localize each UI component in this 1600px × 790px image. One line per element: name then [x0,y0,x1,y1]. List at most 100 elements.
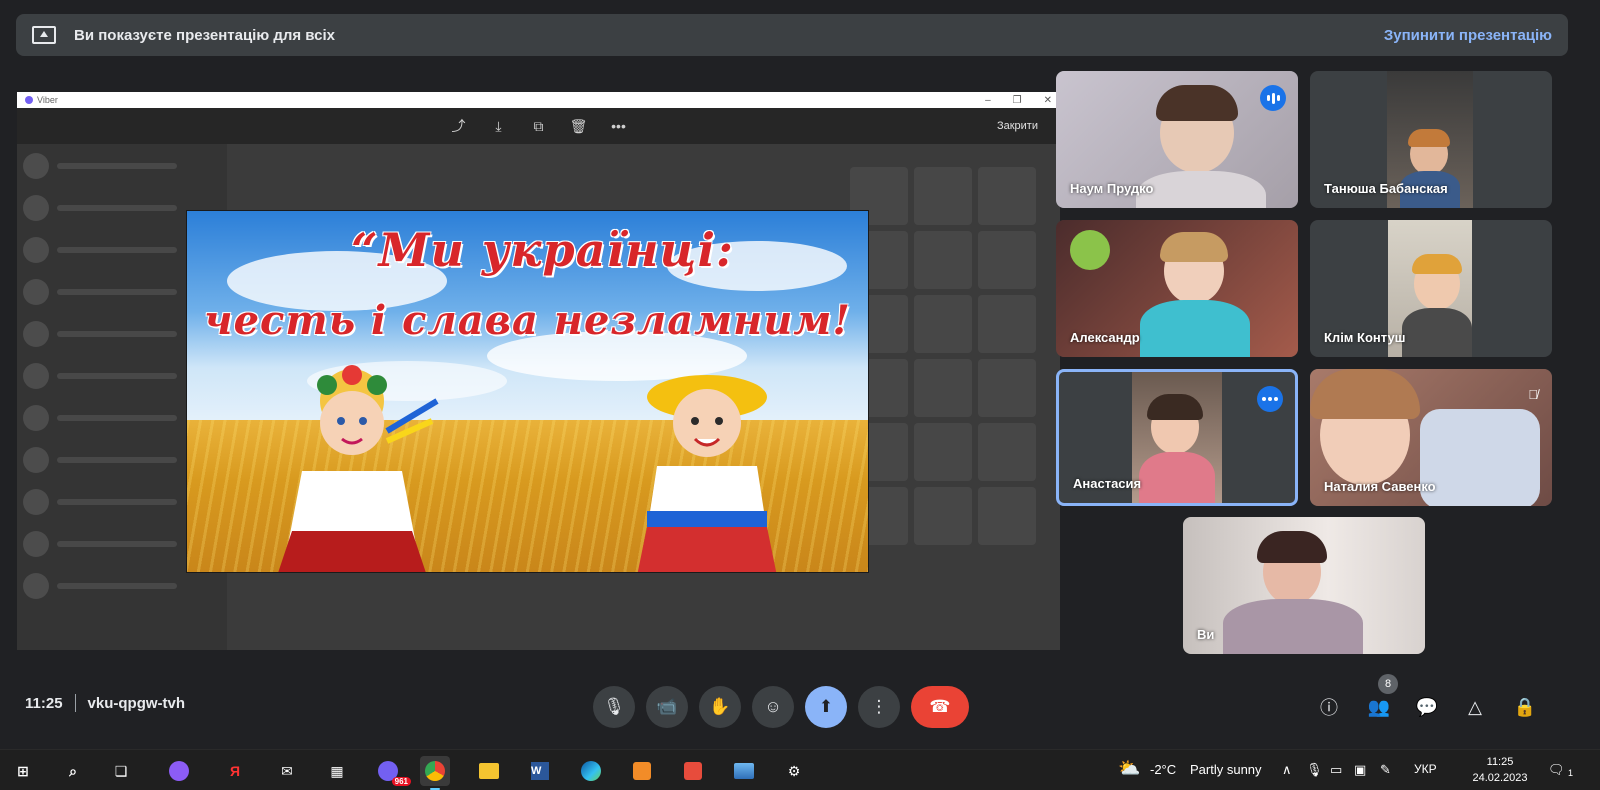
participant-name: Александр [1070,330,1140,345]
slide-title-line2: честь і слава незламним! [203,297,851,344]
presentation-slide: “Ми українці: честь і слава незламним! [186,210,869,573]
viewer-close-button[interactable]: Закрити [997,120,1038,132]
viber-unread-badge: 961 [391,777,411,786]
meeting-details-button[interactable]: ⓘ [1316,694,1342,720]
alice-icon [169,761,189,781]
tray-camera-icon[interactable]: ▭ [1330,762,1342,778]
meeting-code: vku-qpgw-tvh [87,694,186,712]
emoji-icon: ☺ [764,697,782,716]
camera-icon: 📹 [656,697,678,716]
tray-display-icon[interactable]: ▣ [1354,762,1366,778]
windows-taskbar: ⊞ ⌕ ❏ Я ✉ ▦ 961 W ⚙ ⛅ -2°C Partly sunny … [0,749,1600,790]
minimize-icon[interactable]: – [985,95,991,106]
chevron-up-icon[interactable]: ∧ [1282,762,1292,778]
people-button[interactable]: 👥 [1366,694,1392,720]
word-button[interactable]: W [525,756,555,786]
language-indicator[interactable]: УКР [1414,762,1437,776]
boy-illustration [637,375,777,572]
microphone-button[interactable]: 🎙 [593,686,635,728]
camera-button[interactable]: 📹 [646,686,688,728]
alice-button[interactable] [164,756,194,786]
self-view-tile[interactable]: Ви [1183,517,1425,654]
clock-time: 11:25 [1486,756,1514,768]
edge-icon [581,761,601,781]
participant-tile-pinned[interactable]: Анастасия [1056,369,1298,506]
people-count-badge: 8 [1378,674,1398,694]
notifications-icon[interactable]: 🗨 [1548,762,1565,778]
more-options-icon[interactable] [1257,386,1283,412]
yandex-browser-button[interactable]: Я [220,756,250,786]
app-button[interactable] [627,756,657,786]
hang-up-icon: ☎ [929,697,951,716]
store-button[interactable]: ▦ [322,756,352,786]
more-horizontal-icon[interactable]: ••• [610,118,628,134]
muted-mic-icon: 🎙̸ [1528,387,1538,402]
clock-date: 24.02.2023 [1472,772,1528,784]
viber-app-title: Viber [37,95,58,105]
tray-mic-icon[interactable]: 🎙 [1306,762,1323,778]
reactions-button[interactable]: ☺ [752,686,794,728]
activities-button[interactable]: △ [1462,694,1488,720]
task-view-button[interactable]: ❏ [106,756,136,786]
trash-icon[interactable]: 🗑 [570,118,588,135]
windows-logo-icon: ⊞ [17,762,29,779]
search-button[interactable]: ⌕ [58,756,88,786]
weather-temp[interactable]: -2°C [1150,762,1176,777]
banner-text: Ви показуєте презентацію для всіх [74,26,335,44]
photos-button[interactable] [729,756,759,786]
girl-illustration [278,365,439,572]
participant-name: Танюша Бабанская [1324,181,1448,196]
meeting-info: 11:25 vku-qpgw-tvh [25,694,185,712]
viewer-toolbar: ⤴ ⤓ ⧉ 🗑 ••• Закрити [17,108,1060,144]
raise-hand-button[interactable]: ✋ [699,686,741,728]
end-call-button[interactable]: ☎ [911,686,969,728]
app2-icon [684,762,702,780]
mail-icon: ✉ [281,762,293,779]
lock-person-icon: 🔒 [1513,696,1537,717]
download-icon[interactable]: ⤓ [490,118,508,135]
chrome-icon [425,761,445,781]
forward-icon[interactable]: ⧉ [530,118,548,135]
participant-tile[interactable]: Наум Прудко [1056,71,1298,208]
participant-tile[interactable]: Александр [1056,220,1298,357]
more-options-button[interactable]: ⋮ [858,686,900,728]
viber-titlebar: Viber – ❐ ✕ [17,92,1060,108]
restore-icon[interactable]: ❐ [1013,95,1022,106]
viber-taskbar-button[interactable]: 961 [373,756,411,786]
host-controls-button[interactable]: 🔒 [1512,694,1538,720]
start-button[interactable]: ⊞ [8,756,38,786]
weather-desc[interactable]: Partly sunny [1190,762,1262,777]
participant-tile[interactable]: Танюша Бабанская [1310,71,1552,208]
participant-tile[interactable]: Клім Контуш [1310,220,1552,357]
presentation-banner: Ви показуєте презентацію для всіх Зупини… [16,14,1568,56]
participant-tile[interactable]: 🎙̸ Наталия Савенко [1310,369,1552,506]
info-icon: ⓘ [1320,698,1338,718]
chrome-taskbar-button[interactable] [420,756,450,790]
more-vertical-icon: ⋮ [870,697,888,716]
app-icon [633,762,651,780]
store-icon: ▦ [330,762,344,779]
hand-icon: ✋ [709,697,731,716]
word-icon: W [531,762,549,780]
share-icon[interactable]: ⤴ [450,116,468,136]
stop-presenting-button[interactable]: Зупинити презентацію [1384,27,1552,44]
settings-button[interactable]: ⚙ [779,756,809,786]
system-clock[interactable]: 11:25 24.02.2023 [1470,754,1530,786]
microphone-icon: 🎙 [603,697,625,716]
gear-icon: ⚙ [787,762,801,779]
file-explorer-button[interactable] [474,756,504,786]
present-screen-icon: ⬆ [818,697,834,716]
app2-button[interactable] [678,756,708,786]
pen-icon[interactable]: ✎ [1380,762,1391,778]
weather-icon[interactable]: ⛅ [1118,758,1140,779]
mail-button[interactable]: ✉ [272,756,302,786]
meeting-time: 11:25 [25,694,63,712]
chat-button[interactable]: 💬 [1414,694,1440,720]
shapes-icon: △ [1468,696,1482,717]
window-close-icon[interactable]: ✕ [1044,95,1052,106]
divider [74,694,76,712]
present-button[interactable]: ⬆ [805,686,847,728]
present-screen-icon [32,26,56,44]
edge-button[interactable] [576,756,606,786]
search-icon: ⌕ [69,762,77,779]
